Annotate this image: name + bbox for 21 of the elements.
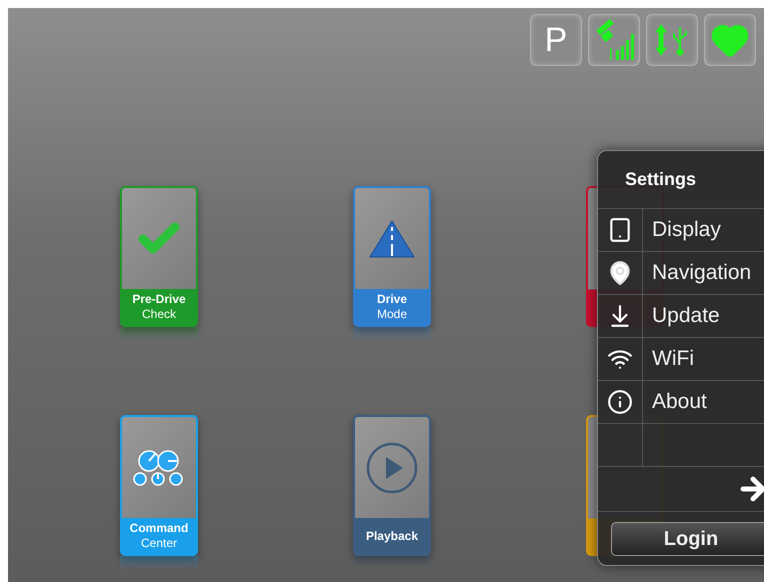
settings-menu-item[interactable]: About	[598, 381, 764, 424]
parking-indicator: P	[530, 14, 582, 66]
app-tile[interactable]: Playback	[353, 415, 431, 556]
app-tile[interactable]: Drive Mode	[353, 186, 431, 327]
play-circle-icon	[366, 442, 418, 494]
road-triangle-icon	[369, 218, 415, 258]
tile-subtitle: Mode	[376, 307, 408, 322]
info-icon	[607, 389, 633, 415]
settings-title: Settings	[625, 168, 696, 191]
tile-subtitle: Check	[142, 307, 176, 322]
settings-menu-item[interactable]: WiFi	[598, 338, 764, 381]
settings-menu-item[interactable]: Navigation	[598, 252, 764, 295]
tile-title: Drive	[376, 292, 408, 307]
tile-title: Playback	[366, 528, 418, 544]
tile-title: Command	[130, 521, 188, 536]
tile-subtitle: Center	[140, 536, 178, 551]
login-button[interactable]: Login	[611, 522, 764, 556]
settings-menu-item[interactable]: Display	[598, 209, 764, 252]
tile-title: Pre-Drive	[132, 292, 186, 307]
app-tile[interactable]: Pre-Drive Check	[120, 186, 198, 327]
settings-menu-item[interactable]: Update	[598, 295, 764, 338]
